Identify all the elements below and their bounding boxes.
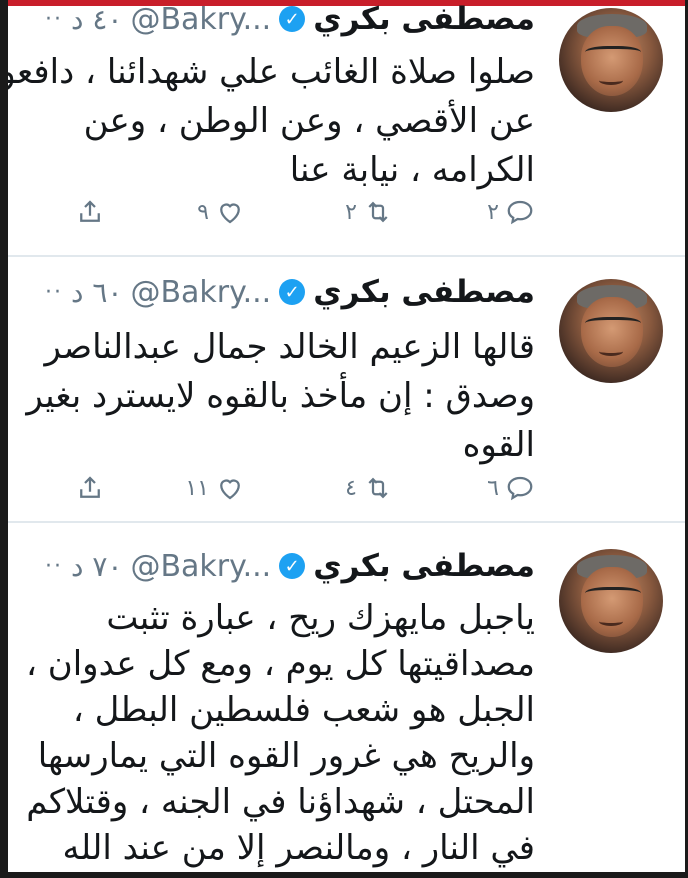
frame-edge-left [0,0,8,878]
author-name[interactable]: مصطفى بكري [313,274,535,310]
tweet-line: والريح هي غرور القوه التي يمارسها [37,736,535,776]
heart-icon [220,203,240,224]
like-button[interactable]: ١١ [185,473,245,503]
tweet-line: مصداقيتها كل يوم ، ومع كل عدوان ، [25,644,535,684]
verified-badge-icon: ✓ [279,553,306,579]
tweet-2[interactable]: مصطفى بكري ✓ @Bakry... ٦٠ د ·· قالها الز… [8,257,685,523]
tweet-header: مصطفى بكري ✓ @Bakry... ٦٠ د ·· [8,271,535,313]
author-handle[interactable]: @Bakry... [130,275,271,310]
tweet-line: صلوا صلاة الغائب علي شهدائنا ، دافعو [8,52,535,92]
tweet-line: القوه [462,425,535,465]
tweet-text: ياجبل مايهزك ريح ، عبارة تثبت مصداقيتها … [8,595,535,871]
like-button[interactable]: ٩ [197,197,245,227]
tweet-header: مصطفى بكري ✓ @Bakry... ٤٠ د ·· [8,0,535,40]
author-handle[interactable]: @Bakry... [130,2,271,37]
avatar[interactable] [559,549,663,653]
reply-icon [507,200,533,225]
tweet-line: وصدق : إن مأخذ بالقوه لايسترد بغير [26,376,535,416]
retweet-count: ٢ [345,199,357,225]
avatar[interactable] [559,279,663,383]
tweet-header: مصطفى بكري ✓ @Bakry... ٧٠ د ·· [8,545,535,587]
heart-icon [220,479,240,500]
share-icon [80,476,100,498]
more-options-icon[interactable]: ·· [45,7,63,32]
share-icon [80,200,100,222]
tweet-line: عن الأقصي ، وعن الوطن ، وعن [83,101,535,141]
frame-edge-bottom [0,872,688,878]
verified-badge-icon: ✓ [279,279,306,305]
share-button[interactable] [75,473,105,503]
tweet-line: ياجبل مايهزك ريح ، عبارة تثبت [106,598,535,638]
action-bar: ٦ ٤ ١١ [8,473,535,513]
reply-icon [507,476,533,501]
retweet-icon [368,477,388,499]
tweet-3[interactable]: مصطفى بكري ✓ @Bakry... ٧٠ د ·· ياجبل ماي… [8,523,685,872]
tweet-line: قالها الزعيم الخالد جمال عبدالناصر [44,327,535,367]
reply-button[interactable]: ٢ [487,197,535,227]
tweet-line: الجبل هو شعب فلسطين البطل ، [72,690,535,730]
tweet-1[interactable]: مصطفى بكري ✓ @Bakry... ٤٠ د ·· صلوا صلاة… [8,0,685,257]
retweet-button[interactable]: ٢ [345,197,393,227]
timestamp[interactable]: ٤٠ د [71,3,122,36]
reply-button[interactable]: ٦ [487,473,535,503]
verified-badge-icon: ✓ [279,6,306,32]
retweet-icon [368,201,388,223]
more-options-icon[interactable]: ·· [45,280,63,305]
author-name[interactable]: مصطفى بكري [313,548,535,584]
reply-count: ٦ [487,475,499,501]
retweet-count: ٤ [345,475,357,501]
action-bar: ٢ ٢ ٩ [8,197,535,237]
like-count: ٩ [197,199,209,225]
author-name[interactable]: مصطفى بكري [313,1,535,37]
tweet-text: صلوا صلاة الغائب علي شهدائنا ، دافعو عن … [8,48,535,195]
tweet-line: الكرامه ، نيابة عنا [289,150,535,190]
like-count: ١١ [185,475,209,501]
timestamp[interactable]: ٧٠ د [71,550,122,583]
reply-count: ٢ [487,199,499,225]
share-button[interactable] [75,197,105,227]
retweet-button[interactable]: ٤ [345,473,393,503]
more-options-icon[interactable]: ·· [45,554,63,579]
avatar[interactable] [559,8,663,112]
tweet-line: في النار ، ومالنصر إلا من عند الله [62,828,535,868]
author-handle[interactable]: @Bakry... [130,549,271,584]
timestamp[interactable]: ٦٠ د [71,276,122,309]
tweet-line: المحتل ، شهداؤنا في الجنه ، وقتلاكم [26,782,535,822]
tweet-text: قالها الزعيم الخالد جمال عبدالناصر وصدق … [8,323,535,470]
